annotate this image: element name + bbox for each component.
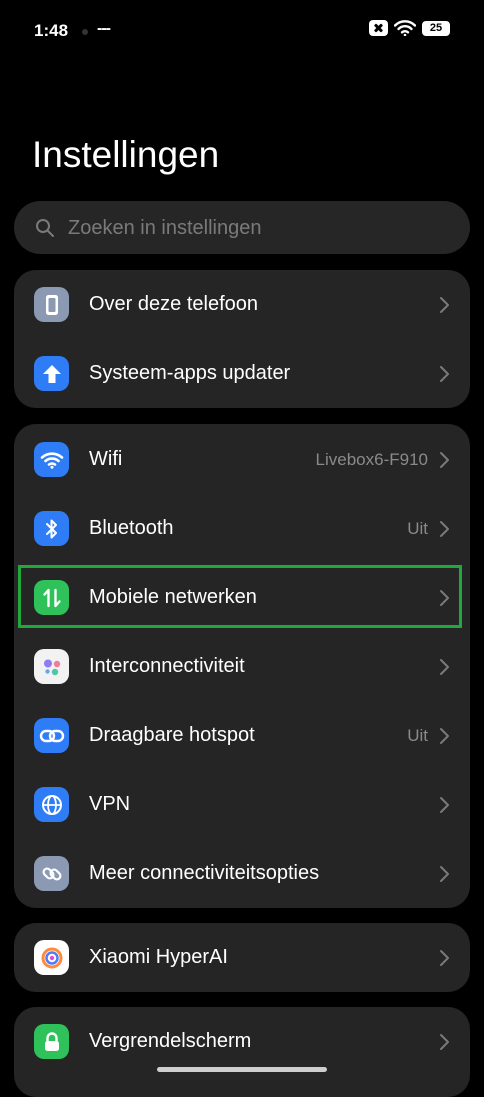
row-meer-connectiviteitsopties[interactable]: Meer connectiviteitsopties [14, 839, 470, 908]
row-vergrendelscherm[interactable]: Vergrendelscherm [14, 1007, 470, 1076]
row-label: Draagbare hotspot [89, 724, 255, 746]
row-label: VPN [89, 793, 131, 815]
home-indicator[interactable] [157, 1067, 327, 1072]
bluetooth-status: Uit [407, 519, 428, 538]
chevron-right-icon [440, 797, 449, 813]
settings-card-ai: Xiaomi HyperAI [14, 923, 470, 992]
chevron-right-icon [440, 866, 449, 882]
chevron-right-icon [440, 297, 449, 313]
row-label: Over deze telefoon [89, 293, 258, 315]
row-xiaomi-hyperai[interactable]: Xiaomi HyperAI [14, 923, 470, 992]
lock-icon [34, 1024, 69, 1059]
row-label: Wifi [89, 448, 123, 470]
arrow-up-icon [34, 356, 69, 391]
battery-level: 25 [429, 21, 443, 34]
page-title: Instellingen [32, 134, 220, 175]
search-icon [36, 219, 54, 237]
settings-card-lockscreen: Vergrendelscherm [14, 1007, 470, 1097]
wifi-network-name: Livebox6-F910 [315, 450, 428, 469]
highlight-box [18, 565, 462, 628]
chevron-right-icon [440, 728, 449, 744]
settings-card-device: Over deze telefoon Systeem-apps updater [14, 270, 470, 408]
row-label: Vergrendelscherm [89, 1030, 252, 1052]
row-bluetooth[interactable]: Bluetooth Uit [14, 494, 470, 563]
bluetooth-icon [34, 511, 69, 546]
wifi-icon [34, 442, 69, 477]
no-sim-icon [369, 20, 388, 36]
row-label: Bluetooth [89, 517, 174, 539]
battery-icon: 25 [422, 20, 450, 36]
hyperai-icon [34, 940, 69, 975]
link-icon [34, 856, 69, 891]
chevron-right-icon [440, 950, 449, 966]
search-placeholder: Zoeken in instellingen [68, 217, 262, 239]
chevron-right-icon [440, 452, 449, 468]
chevron-right-icon [440, 1034, 449, 1050]
notification-dot-icon [82, 29, 88, 35]
hotspot-status: Uit [407, 726, 428, 745]
settings-card-connectivity: Wifi Livebox6-F910 Bluetooth Uit Mobiele… [14, 424, 470, 908]
chevron-right-icon [440, 521, 449, 537]
row-wifi[interactable]: Wifi Livebox6-F910 [14, 425, 470, 494]
interconnectivity-icon [34, 649, 69, 684]
row-over-deze-telefoon[interactable]: Over deze telefoon [14, 270, 470, 339]
clock: 1:48 [34, 21, 69, 40]
status-bar: 1:48 --- 25 [0, 0, 484, 62]
notification-indicator: --- [97, 20, 111, 37]
row-systeem-apps-updater[interactable]: Systeem-apps updater [14, 339, 470, 408]
hotspot-icon [34, 718, 69, 753]
chevron-right-icon [440, 366, 449, 382]
globe-icon [34, 787, 69, 822]
chevron-right-icon [440, 659, 449, 675]
row-label: Xiaomi HyperAI [89, 946, 228, 968]
search-bar[interactable]: Zoeken in instellingen [14, 201, 470, 254]
row-label: Systeem-apps updater [89, 362, 291, 384]
row-draagbare-hotspot[interactable]: Draagbare hotspot Uit [14, 701, 470, 770]
wifi-status-icon [394, 20, 416, 36]
row-label: Interconnectiviteit [89, 655, 245, 677]
row-vpn[interactable]: VPN [14, 770, 470, 839]
phone-icon [34, 287, 69, 322]
row-label: Meer connectiviteitsopties [89, 862, 320, 884]
row-interconnectiviteit[interactable]: Interconnectiviteit [14, 632, 470, 701]
